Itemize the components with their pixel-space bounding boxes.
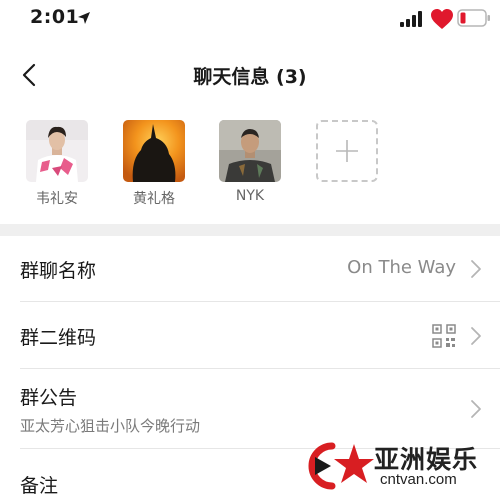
member-name: NYK bbox=[235, 188, 265, 204]
chevron-right-icon bbox=[471, 260, 481, 278]
plus-icon bbox=[336, 140, 358, 162]
page-title: 聊天信息 (3) bbox=[193, 66, 307, 88]
avatar bbox=[26, 120, 88, 182]
status-bar: 2:01 bbox=[0, 0, 500, 40]
member-name: 黄礼格 bbox=[133, 191, 175, 207]
member-item[interactable]: 黄礼格 bbox=[114, 120, 194, 208]
location-arrow-icon bbox=[78, 12, 90, 24]
qr-code-icon bbox=[432, 324, 456, 348]
member-list: 韦礼安 黄礼格 NYK bbox=[0, 105, 500, 225]
chevron-right-icon bbox=[471, 327, 481, 345]
group-name-row[interactable]: 群聊名称 On The Way bbox=[0, 236, 500, 302]
member-name: 韦礼安 bbox=[36, 191, 78, 207]
nav-bar: 聊天信息 (3) bbox=[0, 50, 500, 100]
heart-icon bbox=[431, 9, 453, 29]
section-separator bbox=[0, 224, 500, 236]
announcement-row[interactable]: 群公告 亚太芳心狙击小队今晚行动 bbox=[0, 369, 500, 449]
member-item[interactable]: NYK bbox=[210, 120, 290, 204]
remark-label: 备注 bbox=[20, 475, 59, 497]
group-name-label: 群聊名称 bbox=[20, 260, 97, 282]
signal-icon bbox=[400, 11, 422, 27]
watermark-logo bbox=[308, 442, 374, 490]
add-member-button[interactable] bbox=[316, 120, 378, 182]
status-time: 2:01 bbox=[30, 6, 80, 28]
battery-icon bbox=[457, 9, 490, 27]
qr-code-label: 群二维码 bbox=[20, 327, 97, 349]
avatar bbox=[219, 120, 281, 182]
chevron-right-icon bbox=[471, 400, 481, 418]
avatar bbox=[123, 120, 185, 182]
member-item[interactable]: 韦礼安 bbox=[17, 120, 97, 208]
watermark-url: cntvan.com bbox=[380, 471, 457, 488]
group-name-value: On The Way bbox=[347, 257, 456, 278]
watermark: 亚洲娱乐 cntvan.com bbox=[298, 438, 498, 498]
qr-code-row[interactable]: 群二维码 bbox=[0, 302, 500, 369]
announcement-label: 群公告 bbox=[20, 387, 78, 409]
announcement-text: 亚太芳心狙击小队今晚行动 bbox=[20, 417, 201, 435]
